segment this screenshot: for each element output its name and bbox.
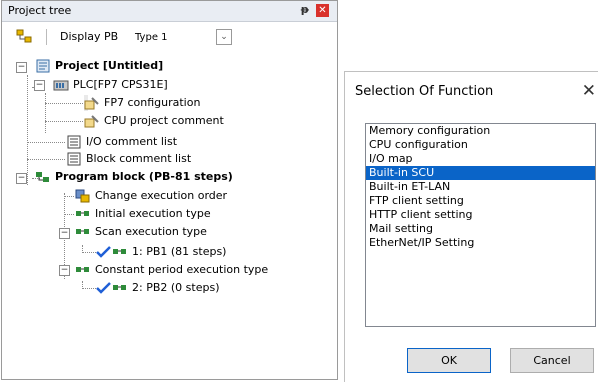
block-icon bbox=[75, 207, 91, 221]
tree-node-label: Change execution order bbox=[95, 189, 228, 202]
comment-icon bbox=[84, 114, 100, 128]
collapse-toggle[interactable]: − bbox=[59, 228, 70, 239]
cancel-button[interactable]: Cancel bbox=[510, 348, 594, 373]
tree-node-label: Initial execution type bbox=[95, 207, 211, 220]
close-icon[interactable]: ✕ bbox=[316, 4, 329, 17]
program-block-icon bbox=[35, 170, 51, 184]
tree-node-label: PLC[FP7 CPS31E] bbox=[73, 78, 168, 91]
list-item[interactable]: Built-in ET-LAN bbox=[366, 180, 595, 194]
tree-connector bbox=[45, 93, 46, 133]
plc-icon bbox=[53, 78, 69, 92]
display-pb-label[interactable]: Display PB bbox=[60, 30, 118, 43]
tree-connector bbox=[27, 159, 65, 160]
tree-node-label: 1: PB1 (81 steps) bbox=[132, 245, 227, 258]
tree-node-label: FP7 configuration bbox=[104, 96, 201, 109]
tree-connector bbox=[45, 121, 83, 122]
tree-toolbar: Display PB Type 1 ⌄ bbox=[2, 23, 337, 51]
collapse-toggle[interactable]: − bbox=[16, 173, 27, 184]
tree-node-label: Scan execution type bbox=[95, 225, 207, 238]
list-icon bbox=[66, 135, 82, 149]
chevron-down-icon[interactable]: ⌄ bbox=[216, 29, 232, 45]
block-icon bbox=[75, 225, 91, 239]
check-icon bbox=[96, 245, 112, 259]
collapse-toggle[interactable]: − bbox=[16, 62, 27, 73]
pin-icon[interactable]: ᵽ bbox=[301, 3, 309, 16]
project-icon bbox=[35, 59, 51, 73]
tree-node-fp7-configuration[interactable]: FP7 configuration bbox=[84, 95, 200, 111]
order-icon bbox=[75, 189, 91, 203]
selection-of-function-dialog: Selection Of Function ✕ Memory configura… bbox=[344, 71, 598, 382]
block-icon bbox=[112, 245, 128, 259]
tree-node-label: Project [Untitled] bbox=[55, 59, 164, 72]
tree-node-label: Constant period execution type bbox=[95, 263, 269, 276]
collapse-toggle[interactable]: − bbox=[59, 265, 70, 276]
tree-node-label: I/O comment list bbox=[86, 135, 178, 148]
collapse-toggle[interactable]: − bbox=[34, 80, 45, 91]
close-icon[interactable]: ✕ bbox=[582, 81, 596, 101]
list-item[interactable]: I/O map bbox=[366, 152, 595, 166]
block-icon bbox=[75, 263, 91, 277]
list-item[interactable]: Mail setting bbox=[366, 222, 595, 236]
configuration-icon bbox=[84, 96, 100, 110]
tree-connector bbox=[27, 142, 65, 143]
tree-filter-icon[interactable] bbox=[16, 29, 32, 47]
list-item[interactable]: FTP client setting bbox=[366, 194, 595, 208]
check-icon bbox=[96, 281, 112, 295]
project-tree-panel: Project tree ᵽ ✕ Display PB Type 1 ⌄ − P… bbox=[1, 0, 338, 380]
project-tree-titlebar: Project tree ᵽ ✕ bbox=[2, 1, 337, 22]
block-icon bbox=[112, 281, 128, 295]
list-icon bbox=[66, 152, 82, 166]
tree-connector bbox=[45, 103, 83, 104]
function-list[interactable]: Memory configuration CPU configuration I… bbox=[365, 123, 596, 327]
list-item-selected[interactable]: Built-in SCU bbox=[366, 166, 595, 180]
tree-node-label: CPU project comment bbox=[104, 114, 224, 127]
tree-node-label: 2: PB2 (0 steps) bbox=[132, 281, 220, 294]
list-item[interactable]: HTTP client setting bbox=[366, 208, 595, 222]
tree-connector bbox=[27, 75, 28, 185]
tree-node-label: Block comment list bbox=[86, 152, 192, 165]
tree-connector bbox=[64, 214, 74, 215]
ok-button[interactable]: OK bbox=[407, 348, 491, 373]
list-item[interactable]: EtherNet/IP Setting bbox=[366, 236, 595, 250]
tree-connector bbox=[64, 196, 74, 197]
panel-title: Project tree bbox=[8, 4, 72, 17]
type-select-value[interactable]: Type 1 bbox=[135, 32, 168, 43]
list-item[interactable]: CPU configuration bbox=[366, 138, 595, 152]
list-item[interactable]: Memory configuration bbox=[366, 124, 595, 138]
tree-node-label: Program block (PB-81 steps) bbox=[55, 170, 233, 183]
dialog-title: Selection Of Function bbox=[355, 84, 494, 99]
toolbar-divider bbox=[46, 29, 47, 45]
